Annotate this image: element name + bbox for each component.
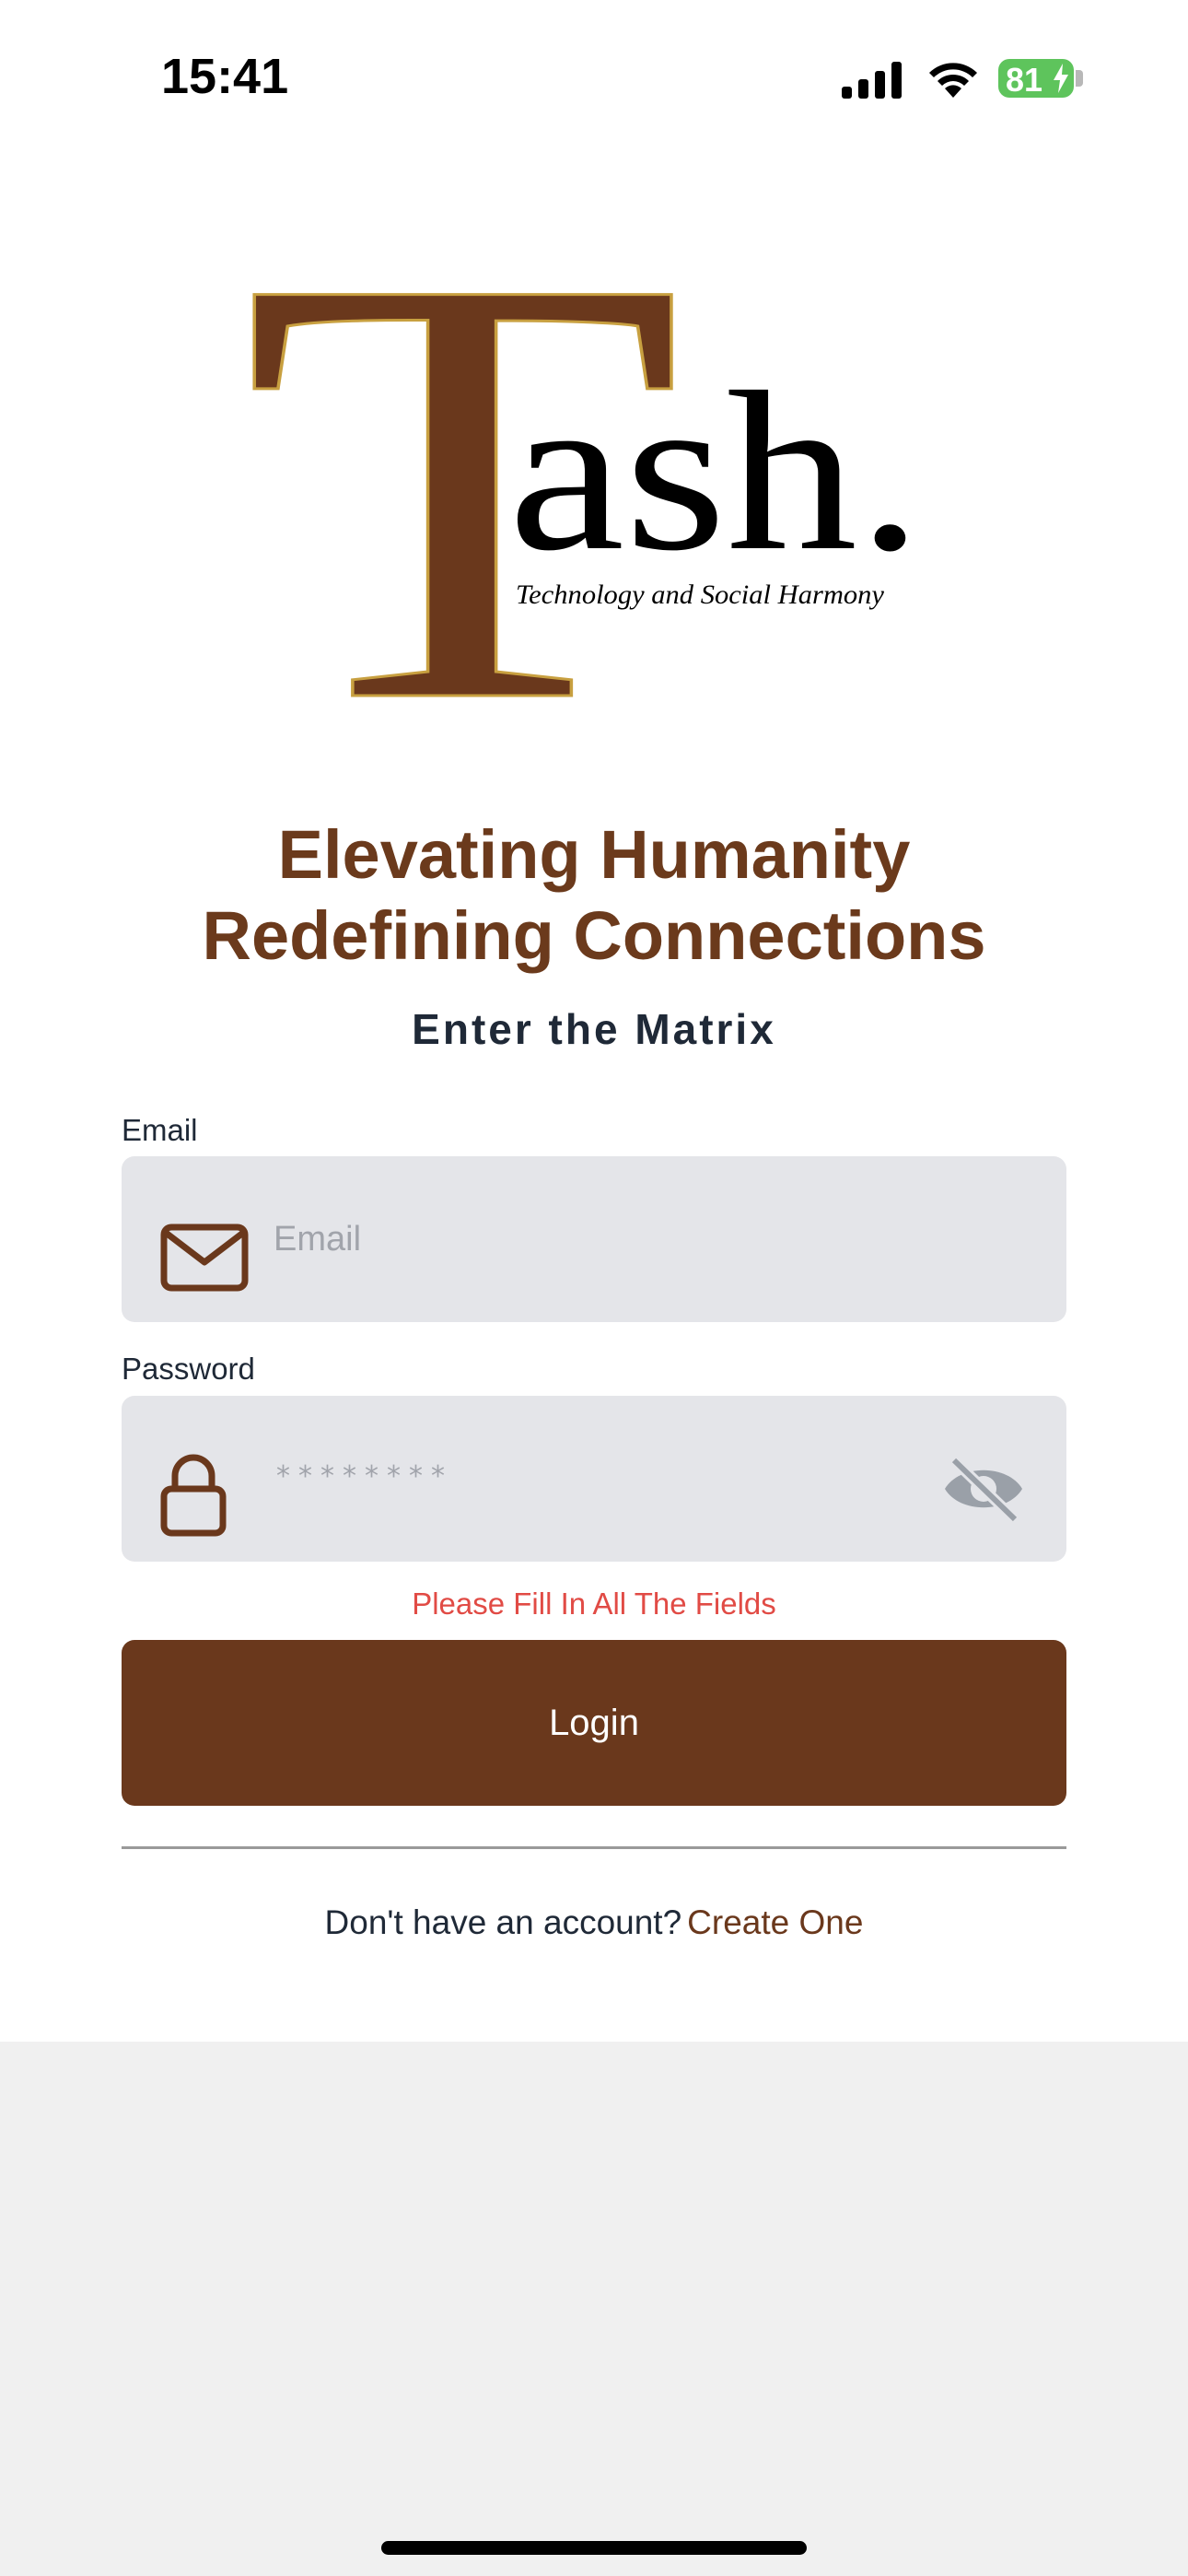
cellular-signal-icon [842, 62, 902, 99]
password-input[interactable]: ******** [276, 1460, 453, 1493]
signup-prompt: Don't have an account? [324, 1903, 682, 1941]
headline-line-1: Elevating Humanity [277, 816, 911, 893]
logo-wordmark: ash. [508, 345, 923, 598]
divider [122, 1846, 1066, 1849]
password-field[interactable] [122, 1396, 1066, 1562]
charging-bolt-icon [1054, 64, 1068, 93]
lock-icon [160, 1454, 227, 1537]
create-account-link[interactable]: Create One [687, 1903, 863, 1941]
email-field[interactable] [122, 1156, 1066, 1322]
envelope-icon [160, 1224, 249, 1292]
status-icons: 81 [840, 57, 1089, 103]
battery-icon: 81 [998, 59, 1074, 99]
home-indicator[interactable] [381, 2541, 807, 2555]
eye-off-icon[interactable] [941, 1453, 1026, 1525]
email-input[interactable] [274, 1156, 973, 1322]
wifi-icon [929, 63, 977, 98]
error-message: Please Fill In All The Fields [412, 1587, 776, 1621]
subheadline: Enter the Matrix [412, 1005, 776, 1053]
logo-tagline: Technology and Social Harmony [516, 580, 885, 610]
tash-logo: T ash. Technology and Social Harmony [240, 226, 924, 709]
email-label: Email [122, 1113, 198, 1147]
battery-level: 81 [1006, 61, 1043, 99]
signup-row: Don't have an account? Create One [0, 1903, 1188, 1942]
headline-line-2: Redefining Connections [202, 897, 986, 974]
password-label: Password [122, 1352, 255, 1386]
battery-cap [1076, 70, 1083, 87]
login-button[interactable]: Login [122, 1640, 1066, 1806]
login-screen: 15:41 81 T ash. Technology and Social Ha… [0, 0, 1188, 2042]
status-time: 15:41 [161, 49, 289, 104]
